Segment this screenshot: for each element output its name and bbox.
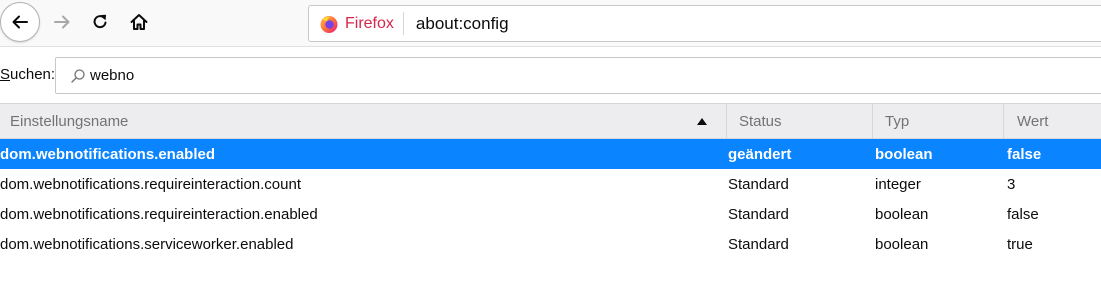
search-label-text: uchen: bbox=[10, 66, 56, 83]
pref-type: boolean bbox=[875, 205, 929, 223]
pref-type: boolean bbox=[875, 235, 929, 253]
pref-value: true bbox=[1007, 235, 1033, 253]
back-button[interactable] bbox=[0, 2, 40, 42]
arrow-left-icon bbox=[12, 15, 28, 29]
url-bar[interactable]: Firefox about:config bbox=[308, 5, 1101, 42]
home-button[interactable] bbox=[125, 8, 153, 36]
search-icon bbox=[71, 68, 85, 83]
pref-name: dom.webnotifications.serviceworker.enabl… bbox=[0, 235, 294, 253]
search-value[interactable]: webno bbox=[90, 67, 134, 84]
identity-box[interactable]: Firefox bbox=[309, 12, 404, 35]
pref-type: integer bbox=[875, 175, 921, 193]
search-label: Suchen: bbox=[0, 66, 55, 83]
arrow-right-icon bbox=[54, 15, 70, 29]
forward-button[interactable] bbox=[48, 8, 76, 36]
identity-label: Firefox bbox=[345, 14, 394, 32]
url-text[interactable]: about:config bbox=[416, 14, 509, 34]
sort-ascending-icon bbox=[697, 118, 707, 125]
pref-type: boolean bbox=[875, 145, 933, 163]
reload-button[interactable] bbox=[86, 8, 114, 36]
pref-status: Standard bbox=[728, 205, 789, 223]
search-input[interactable]: webno bbox=[55, 57, 1101, 94]
column-header-name[interactable]: Einstellungsname bbox=[0, 104, 726, 138]
pref-status: Standard bbox=[728, 175, 789, 193]
column-header-type[interactable]: Typ bbox=[872, 104, 1003, 138]
table-row[interactable]: dom.webnotifications.requireinteraction.… bbox=[0, 199, 1101, 229]
preferences-table: Einstellungsname Status Typ Wert dom.web… bbox=[0, 103, 1101, 259]
pref-name: dom.webnotifications.requireinteraction.… bbox=[0, 205, 318, 223]
firefox-logo-icon bbox=[320, 15, 338, 33]
navigation-toolbar: Firefox about:config bbox=[0, 0, 1101, 47]
column-header-value[interactable]: Wert bbox=[1003, 104, 1101, 138]
table-header: Einstellungsname Status Typ Wert bbox=[0, 103, 1101, 139]
column-header-status[interactable]: Status bbox=[726, 104, 872, 138]
pref-value: 3 bbox=[1007, 175, 1016, 193]
table-row[interactable]: dom.webnotifications.requireinteraction.… bbox=[0, 169, 1101, 199]
table-row[interactable]: dom.webnotifications.serviceworker.enabl… bbox=[0, 229, 1101, 259]
pref-status: geändert bbox=[728, 145, 792, 163]
search-label-accesskey: S bbox=[0, 66, 11, 83]
pref-status: Standard bbox=[728, 235, 789, 253]
reload-icon bbox=[93, 14, 107, 29]
pref-value: false bbox=[1007, 205, 1039, 223]
pref-value: false bbox=[1007, 145, 1042, 163]
pref-name: dom.webnotifications.requireinteraction.… bbox=[0, 175, 302, 193]
pref-name: dom.webnotifications.enabled bbox=[0, 145, 216, 163]
table-row[interactable]: dom.webnotifications.enabled geändert bo… bbox=[0, 139, 1101, 169]
home-icon bbox=[130, 14, 148, 30]
